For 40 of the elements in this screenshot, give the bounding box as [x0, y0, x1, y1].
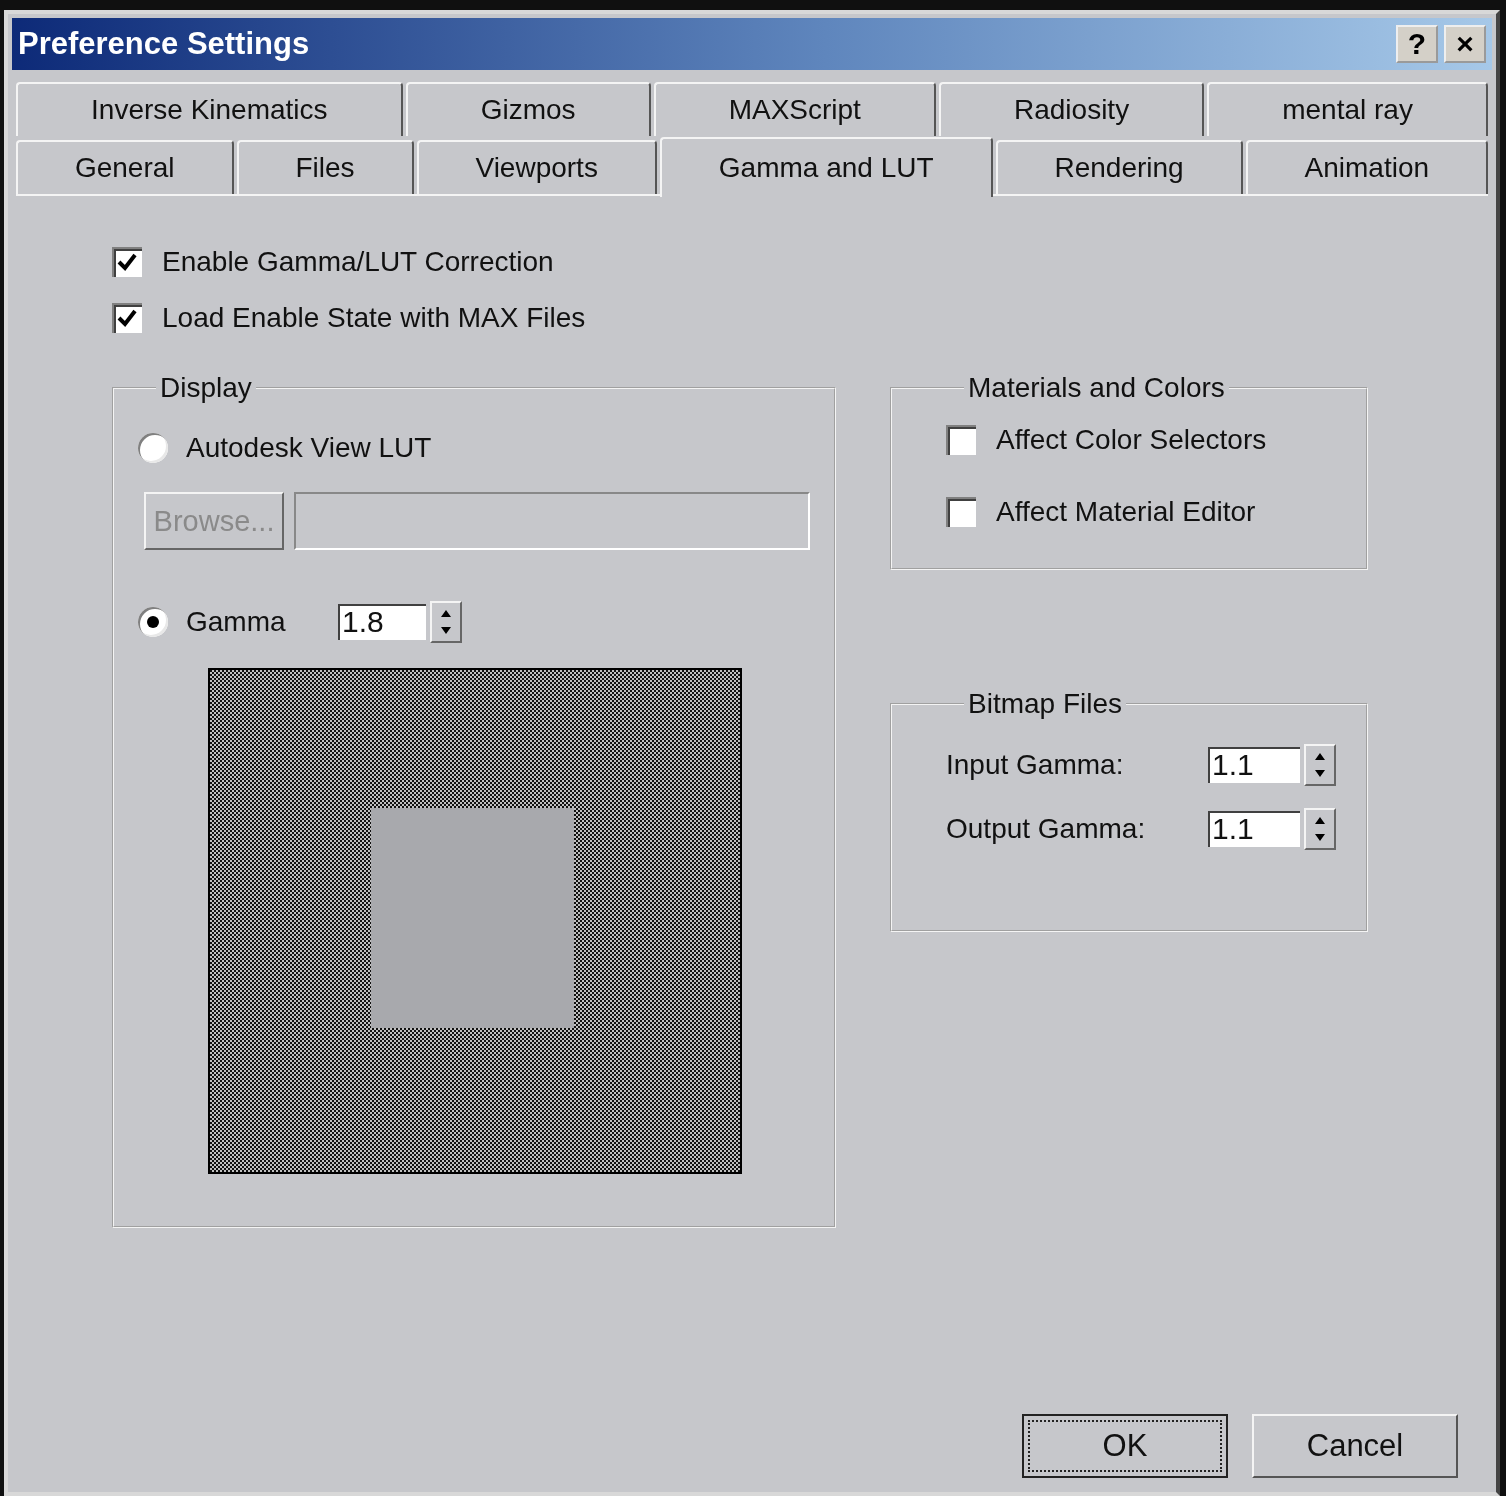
- group-title: Materials and Colors: [967, 372, 1226, 404]
- tab[interactable]: MAXScript: [653, 82, 936, 136]
- checkbox[interactable]: [946, 497, 976, 527]
- number-field[interactable]: 1.8: [338, 604, 426, 640]
- help-button[interactable]: ?: [1396, 25, 1438, 63]
- ok-button[interactable]: OK: [1022, 1414, 1228, 1478]
- radio-button[interactable]: [138, 433, 168, 463]
- checkbox[interactable]: [946, 425, 976, 455]
- field-label: Input Gamma:: [946, 749, 1124, 781]
- field-label: Output Gamma:: [946, 813, 1146, 845]
- spinner-button[interactable]: [430, 601, 462, 643]
- cancel-button[interactable]: Cancel: [1252, 1414, 1458, 1478]
- path-field[interactable]: [294, 492, 810, 550]
- tab[interactable]: Gizmos: [405, 82, 651, 136]
- tab[interactable]: Files: [236, 140, 414, 194]
- tab[interactable]: Inverse Kinematics: [16, 82, 403, 136]
- tab[interactable]: mental ray: [1207, 82, 1488, 136]
- spinner-button[interactable]: [1304, 744, 1336, 786]
- radio-label: Autodesk View LUT: [186, 432, 432, 464]
- checkbox-label: Load Enable State with MAX Files: [162, 302, 586, 334]
- checkbox-label: Affect Material Editor: [996, 496, 1256, 528]
- checkbox[interactable]: [112, 247, 142, 277]
- checkbox-label: Affect Color Selectors: [996, 424, 1267, 456]
- tab[interactable]: Radiosity: [938, 82, 1205, 136]
- group-title: Bitmap Files: [967, 688, 1124, 720]
- tab[interactable]: Rendering: [995, 140, 1243, 194]
- close-button[interactable]: ×: [1444, 25, 1486, 63]
- window-title: Preference Settings: [18, 26, 311, 62]
- tab[interactable]: Animation: [1245, 140, 1488, 194]
- checkbox[interactable]: [112, 303, 142, 333]
- spinner-button[interactable]: [1304, 808, 1336, 850]
- number-field[interactable]: 1.1: [1208, 747, 1300, 783]
- radio-label: Gamma: [186, 606, 286, 638]
- group-title: Display: [159, 372, 253, 404]
- tab[interactable]: General: [16, 140, 234, 194]
- tab[interactable]: Gamma and LUT: [659, 137, 993, 197]
- checkbox-label: Enable Gamma/LUT Correction: [162, 246, 554, 278]
- radio-button[interactable]: [138, 607, 168, 637]
- number-field[interactable]: 1.1: [1208, 811, 1300, 847]
- tab[interactable]: Viewports: [416, 140, 657, 194]
